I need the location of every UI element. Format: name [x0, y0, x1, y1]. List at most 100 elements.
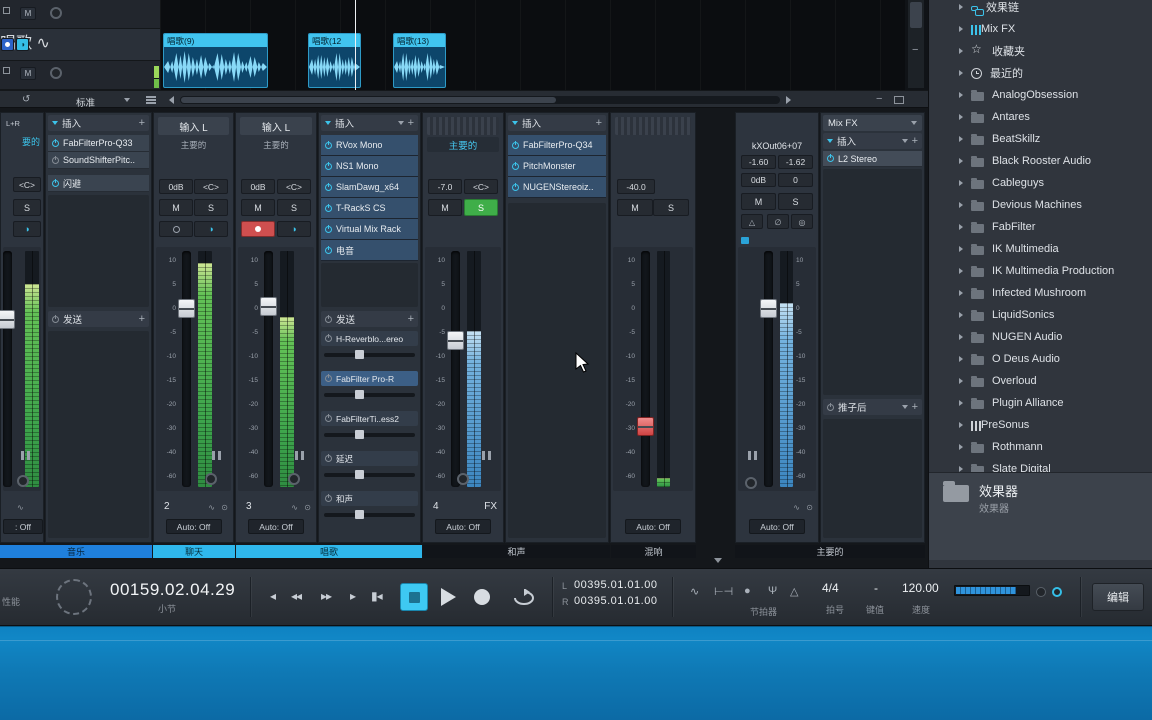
arrange-timeline[interactable]: 唱歌(9) 唱歌(12 唱歌(13): [160, 0, 905, 90]
browser-item[interactable]: Rothmann: [929, 436, 1152, 458]
fader-handle[interactable]: [760, 299, 777, 318]
power-icon[interactable]: [325, 203, 332, 212]
quantize-mode[interactable]: 标准: [76, 95, 95, 109]
pause-icon[interactable]: [482, 451, 491, 460]
monitor-button[interactable]: [277, 221, 311, 237]
send-label-row[interactable]: 延迟: [321, 451, 418, 466]
send-level-slider[interactable]: [324, 430, 415, 439]
channel-knob[interactable]: [17, 475, 29, 487]
insert-slot[interactable]: 电音: [321, 240, 418, 261]
expand-chevron-icon[interactable]: [959, 444, 963, 450]
browser-item[interactable]: Antares: [929, 106, 1152, 128]
inserts-header[interactable]: 插入: [48, 115, 149, 131]
trim-left-value[interactable]: -1.60: [741, 155, 776, 169]
time-display[interactable]: 00159.02.04.29: [110, 580, 235, 600]
expand-chevron-icon[interactable]: [959, 268, 963, 274]
key-value[interactable]: -: [874, 581, 878, 595]
browser-item[interactable]: Black Rooster Audio: [929, 150, 1152, 172]
browser-item[interactable]: Mix FX: [929, 18, 1152, 40]
add-insert-button[interactable]: [408, 117, 414, 129]
channel-strip-3[interactable]: 输入 L 主要的 0dB <C> M S 10 5 0 -5 -10 -15 -…: [235, 112, 317, 543]
pan-knob[interactable]: [50, 7, 62, 19]
power-icon[interactable]: [325, 334, 332, 342]
mute-button[interactable]: M: [20, 7, 36, 20]
expand-chevron-icon[interactable]: [959, 180, 963, 186]
scrollbar-thumb[interactable]: [181, 97, 556, 103]
power-small-icon[interactable]: ⊙: [221, 503, 228, 512]
insert-slot[interactable]: FabFilterPro-Q33: [48, 135, 149, 152]
fader-handle[interactable]: [637, 417, 654, 436]
channel-knob[interactable]: [288, 473, 300, 485]
add-send-button[interactable]: [408, 313, 414, 325]
insert-slot[interactable]: NUGENStereoiz..: [508, 177, 606, 198]
track-row-selected[interactable]: ◑ 唱歌 ∿: [0, 29, 160, 61]
ducker-slot[interactable]: 闪避: [48, 175, 149, 192]
fader-handle[interactable]: [447, 331, 464, 350]
automation-mode[interactable]: Auto: Off: [749, 519, 805, 534]
fx-badge[interactable]: FX: [484, 501, 497, 512]
fader-handle[interactable]: [260, 297, 277, 316]
channel-strip-4[interactable]: 主要的 -7.0 <C> M S 10 5 0 -5 -10 -15 -20 -…: [422, 112, 504, 543]
insert-slot[interactable]: NS1 Mono: [321, 156, 418, 177]
browser-item[interactable]: O Deus Audio: [929, 348, 1152, 370]
expand-chevron-icon[interactable]: [959, 224, 963, 230]
pause-icon[interactable]: [748, 451, 757, 460]
record-arm-button[interactable]: [241, 221, 275, 237]
snap-icon[interactable]: ↺: [22, 94, 30, 105]
send-level-slider[interactable]: [324, 350, 415, 359]
expand-chevron-icon[interactable]: [959, 246, 963, 252]
browser-item[interactable]: Cableguys: [929, 172, 1152, 194]
browser-item[interactable]: 收藏夹: [929, 40, 1152, 62]
sends-header[interactable]: 发送: [48, 311, 149, 327]
send-level-slider[interactable]: [324, 390, 415, 399]
send-slot[interactable]: H-Reverblo...ereo: [321, 331, 418, 371]
send-label-row[interactable]: H-Reverblo...ereo: [321, 331, 418, 346]
send-label-row[interactable]: FabFilter Pro-R: [321, 371, 418, 386]
track-option-icon[interactable]: [3, 7, 10, 14]
insert-slot[interactable]: RVox Mono: [321, 135, 418, 156]
fader-groove[interactable]: [764, 251, 773, 487]
browser-item[interactable]: Overloud: [929, 370, 1152, 392]
automation-mode[interactable]: Auto: Off: [248, 519, 304, 534]
browser-item[interactable]: IK Multimedia: [929, 238, 1152, 260]
zoom-out-icon[interactable]: −: [876, 93, 882, 105]
power-icon[interactable]: [325, 161, 332, 170]
group-label-chat[interactable]: 聊天: [153, 545, 235, 558]
browser-item[interactable]: NUGEN Audio: [929, 326, 1152, 348]
mixfx-header[interactable]: Mix FX: [823, 115, 922, 131]
group-label-reverb[interactable]: 混响: [611, 545, 696, 558]
expand-chevron-icon[interactable]: [959, 26, 963, 32]
mute-button[interactable]: M: [428, 199, 462, 216]
monitor-button[interactable]: ◑: [16, 38, 29, 51]
browser-item[interactable]: BeatSkillz: [929, 128, 1152, 150]
prev-marker-button[interactable]: [270, 589, 275, 603]
power-icon[interactable]: [325, 140, 332, 149]
expand-chevron-icon[interactable]: [959, 400, 963, 406]
monitor-dot-icon[interactable]: [1036, 587, 1046, 597]
fader-groove[interactable]: [641, 251, 650, 487]
group-label-main[interactable]: 主要的: [735, 545, 925, 558]
horizontal-scrollbar[interactable]: [180, 96, 780, 104]
mute-button[interactable]: M: [20, 67, 36, 80]
power-icon[interactable]: [512, 182, 519, 191]
power-icon[interactable]: [325, 245, 332, 254]
pan-value[interactable]: <C>: [194, 179, 228, 194]
insert-slot[interactable]: L2 Stereo: [823, 151, 922, 167]
forward-button[interactable]: [321, 589, 331, 603]
send-level-handle[interactable]: [354, 470, 364, 479]
fader-handle[interactable]: [178, 299, 195, 318]
power-icon[interactable]: [325, 494, 332, 502]
chevron-down-icon[interactable]: [901, 139, 908, 143]
automation-mode[interactable]: Auto: Off: [165, 519, 222, 534]
gain-value[interactable]: 0dB: [741, 173, 776, 187]
automation-mode[interactable]: Auto: Off: [625, 519, 681, 534]
tuner-icon[interactable]: Ψ: [768, 585, 777, 597]
send-label-row[interactable]: FabFilterTi..ess2: [321, 411, 418, 426]
channel-knob[interactable]: [457, 473, 469, 485]
mute-all-button[interactable]: [791, 214, 813, 229]
power-small-icon[interactable]: ⊙: [304, 503, 311, 512]
browser-item[interactable]: Plugin Alliance: [929, 392, 1152, 414]
add-insert-button[interactable]: [596, 117, 602, 129]
chevron-down-icon[interactable]: [124, 98, 130, 102]
insert-slot[interactable]: PitchMonster: [508, 156, 606, 177]
